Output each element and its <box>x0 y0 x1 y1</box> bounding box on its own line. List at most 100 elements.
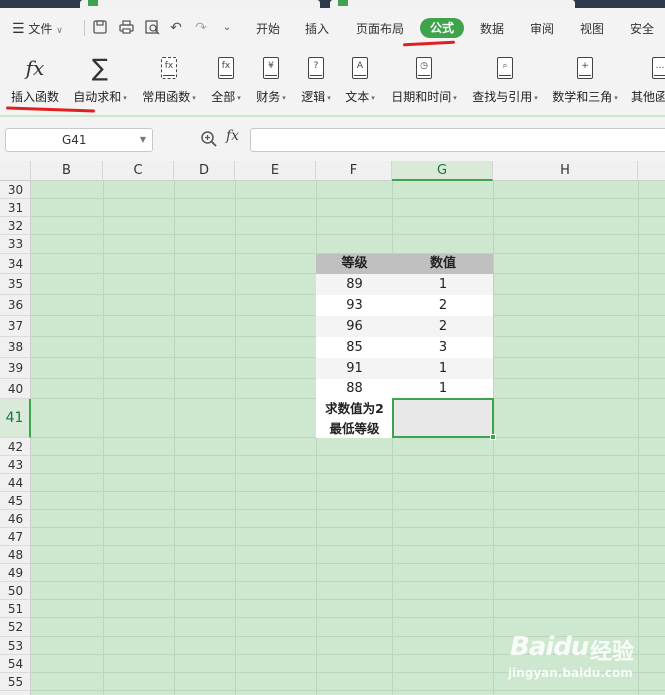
more-functions-button[interactable]: … 其他函 <box>629 56 665 105</box>
redo-icon[interactable]: ↷ <box>193 20 209 36</box>
row-header[interactable]: 39 <box>0 358 31 379</box>
row-header[interactable]: 34 <box>0 254 31 274</box>
table-header-grade[interactable]: 等级 <box>316 254 393 274</box>
table-cell-grade[interactable]: 89 <box>316 274 393 295</box>
query-label-cell[interactable]: 求数值为2 最低等级 <box>316 399 393 438</box>
row-header[interactable]: 31 <box>0 199 31 217</box>
row-header[interactable]: 36 <box>0 295 31 316</box>
tab-insert[interactable]: 插入 <box>305 20 329 37</box>
table-cell-grade[interactable]: 88 <box>316 379 393 399</box>
row-header[interactable]: 33 <box>0 235 31 254</box>
column-header-g[interactable]: G <box>392 161 493 181</box>
tab-view[interactable]: 视图 <box>580 20 604 37</box>
tab-page-layout[interactable]: 页面布局 <box>356 20 404 37</box>
select-all-corner[interactable] <box>0 161 31 181</box>
zoom-search-icon[interactable] <box>200 130 218 148</box>
date-time-button[interactable]: ◷ 日期和时间 ▾ <box>388 56 460 105</box>
undo-icon[interactable]: ↶ <box>168 20 184 36</box>
file-menu[interactable]: ☰ 文件 ∨ <box>12 20 63 37</box>
table-cell-grade[interactable]: 93 <box>316 295 393 316</box>
table-cell-value[interactable]: 2 <box>393 295 493 316</box>
math-trig-button[interactable]: + 数学和三角 ▾ <box>549 56 621 105</box>
fill-handle[interactable] <box>490 434 496 440</box>
column-header-d[interactable]: D <box>174 161 235 181</box>
row-header[interactable]: 50 <box>0 582 31 600</box>
row-header-active[interactable]: 41 <box>0 399 31 438</box>
gridline <box>31 599 665 600</box>
selected-cell-g41[interactable] <box>392 398 496 440</box>
name-box[interactable]: G41 ▼ <box>5 128 153 152</box>
gridline <box>31 690 665 691</box>
yen-book-icon: ¥ <box>260 56 282 80</box>
financial-button[interactable]: ¥ 财务 ▾ <box>253 56 289 105</box>
row-header[interactable]: 44 <box>0 474 31 492</box>
column-header-b[interactable]: B <box>31 161 103 181</box>
text-functions-button[interactable]: A 文本 ▾ <box>342 56 378 105</box>
column-header-h[interactable]: H <box>493 161 638 181</box>
insert-function-button[interactable]: fx 插入函数 <box>6 56 64 105</box>
table-cell-grade[interactable]: 85 <box>316 337 393 358</box>
print-preview-icon[interactable] <box>144 20 160 36</box>
document-tab[interactable] <box>80 0 320 8</box>
row-header[interactable]: 51 <box>0 600 31 618</box>
table-cell-value[interactable]: 1 <box>393 358 493 379</box>
table-cell-value[interactable]: 2 <box>393 316 493 337</box>
autosum-button[interactable]: ∑ 自动求和 ▾ <box>70 54 130 105</box>
search-book-icon: ⌕ <box>494 56 516 80</box>
row-header[interactable]: 48 <box>0 546 31 564</box>
spreadsheet-app: ☰ 文件 ∨ ↶ ↷ ⌄ 开始 插入 页面布局 公式 数据 审阅 视图 安全 f… <box>0 0 665 695</box>
column-header-bar: B C D E F G H <box>0 161 665 181</box>
fx-label[interactable]: fx <box>226 128 239 144</box>
row-header[interactable]: 46 <box>0 510 31 528</box>
common-functions-button[interactable]: fx 常用函数 ▾ <box>138 56 200 105</box>
gridline <box>31 473 665 474</box>
logical-button[interactable]: ? 逻辑 ▾ <box>298 56 334 105</box>
row-header[interactable]: 52 <box>0 618 31 637</box>
formula-input[interactable] <box>250 128 665 152</box>
column-header-f[interactable]: F <box>316 161 392 181</box>
table-cell-value[interactable]: 1 <box>393 379 493 399</box>
worksheet-grid[interactable]: 等级 数值 89 1 93 2 96 2 85 3 91 1 88 1 求数值为… <box>31 181 665 695</box>
print-icon[interactable] <box>118 20 134 36</box>
row-header[interactable]: 54 <box>0 655 31 673</box>
row-header[interactable]: 32 <box>0 217 31 235</box>
tab-review[interactable]: 审阅 <box>530 20 554 37</box>
row-header[interactable]: 40 <box>0 379 31 399</box>
row-header[interactable]: 42 <box>0 438 31 456</box>
lookup-reference-button[interactable]: ⌕ 查找与引用 ▾ <box>469 56 541 105</box>
row-header[interactable]: 49 <box>0 564 31 582</box>
watermark-url: jingyan.baidu.com <box>508 666 633 680</box>
tab-formulas[interactable]: 公式 <box>420 18 464 38</box>
row-header[interactable]: 35 <box>0 274 31 295</box>
row-header[interactable]: 55 <box>0 673 31 691</box>
formula-bar: G41 ▼ fx <box>0 117 665 161</box>
column-header-c[interactable]: C <box>103 161 174 181</box>
save-icon[interactable] <box>92 20 108 36</box>
tab-home[interactable]: 开始 <box>256 20 280 37</box>
table-cell-value[interactable]: 3 <box>393 337 493 358</box>
row-header[interactable]: 47 <box>0 528 31 546</box>
table-header-value[interactable]: 数值 <box>393 254 493 274</box>
row-header[interactable]: 43 <box>0 456 31 474</box>
row-header[interactable]: 37 <box>0 316 31 337</box>
row-header[interactable]: 45 <box>0 492 31 510</box>
table-cell-grade[interactable]: 96 <box>316 316 393 337</box>
financial-label: 财务 <box>256 90 281 104</box>
document-tab-active[interactable] <box>330 0 575 8</box>
table-cell-value[interactable]: 1 <box>393 274 493 295</box>
tab-security[interactable]: 安全 <box>630 20 654 37</box>
row-header[interactable]: 53 <box>0 637 31 655</box>
gridline <box>31 455 665 456</box>
query-label-line1: 求数值为2 <box>325 401 384 416</box>
clock-book-icon: ◷ <box>413 56 435 80</box>
row-header[interactable]: 38 <box>0 337 31 358</box>
gridline <box>31 581 665 582</box>
all-functions-button[interactable]: fx 全部 ▾ <box>208 56 244 105</box>
table-cell-grade[interactable]: 91 <box>316 358 393 379</box>
row-header-bar: 30 31 32 33 34 35 36 37 38 39 40 41 42 4… <box>0 181 31 695</box>
column-header-e[interactable]: E <box>235 161 316 181</box>
tab-data[interactable]: 数据 <box>480 20 504 37</box>
customize-dropdown-icon[interactable]: ⌄ <box>219 20 235 36</box>
row-header[interactable]: 30 <box>0 181 31 199</box>
logical-label: 逻辑 <box>301 90 326 104</box>
